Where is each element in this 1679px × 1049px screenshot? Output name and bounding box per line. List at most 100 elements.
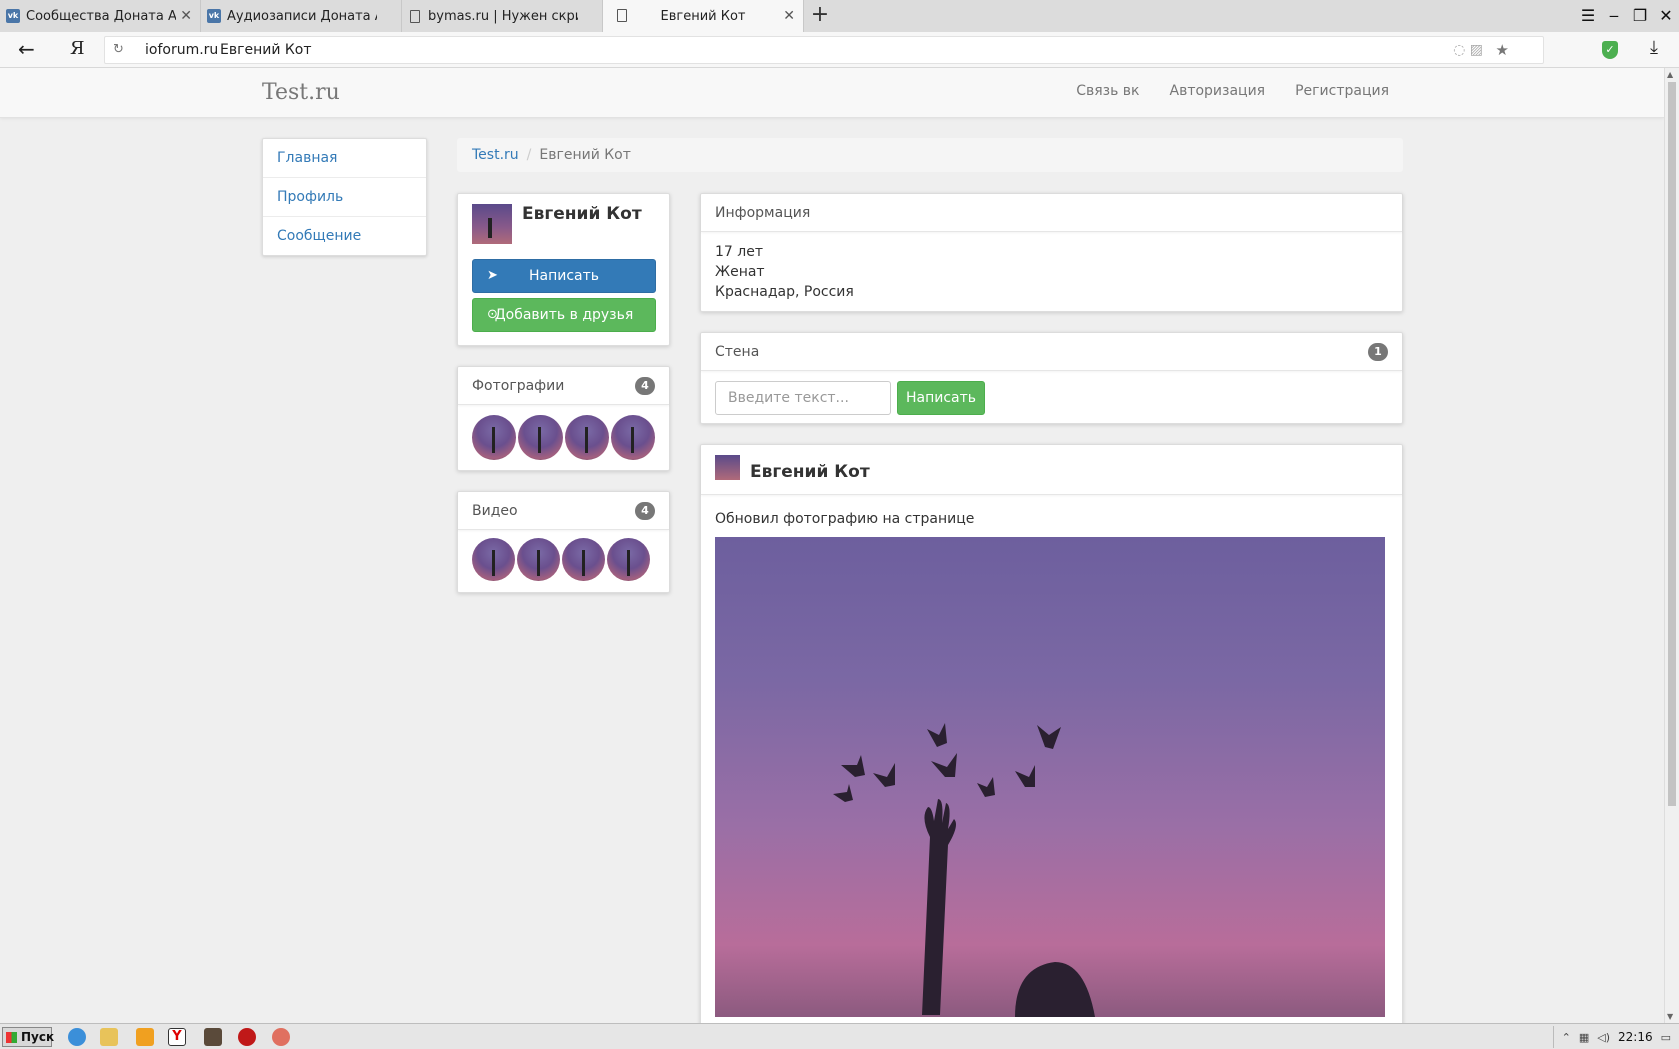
wall-submit-button[interactable]: Написать bbox=[897, 381, 985, 415]
window-controls: ☰ ‒ ❐ ✕ bbox=[1575, 0, 1679, 32]
video-thumbnail[interactable] bbox=[562, 538, 605, 581]
site-brand[interactable]: Test.ru bbox=[262, 80, 340, 105]
start-button[interactable]: Пуск bbox=[2, 1027, 54, 1047]
wall-post: Евгений Кот Обновил фотографию на страни… bbox=[700, 444, 1403, 1023]
browser-tab-bar: vk Сообщества Доната Амо ✕ vk Аудиозапис… bbox=[0, 0, 1679, 32]
minimize-icon[interactable]: ‒ bbox=[1601, 0, 1627, 32]
close-window-icon[interactable]: ✕ bbox=[1653, 0, 1679, 32]
write-message-label: Написать bbox=[528, 268, 600, 284]
yandex-browser-icon[interactable]: Y bbox=[168, 1028, 186, 1046]
clock[interactable]: 22:16 bbox=[1618, 1030, 1653, 1044]
system-tray: ⌃ ▦ ◁) 22:16 ▭ bbox=[1552, 1026, 1679, 1048]
vertical-scrollbar[interactable]: ▲ ▼ bbox=[1664, 68, 1679, 1023]
back-arrow-icon[interactable]: ← bbox=[18, 37, 35, 61]
bookmark-star-icon[interactable]: ★ bbox=[1496, 37, 1509, 63]
restore-icon[interactable]: ❐ bbox=[1627, 0, 1653, 32]
show-desktop-icon[interactable]: ▭ bbox=[1661, 1031, 1671, 1044]
write-message-button[interactable]: ➤ Написать bbox=[472, 259, 656, 293]
photos-header: Фотографии 4 bbox=[458, 367, 669, 405]
sidebar-item-messages[interactable]: Сообщение bbox=[263, 217, 426, 255]
reload-icon[interactable]: ↻ bbox=[113, 37, 124, 63]
wall-title: Стена bbox=[715, 344, 760, 360]
scroll-down-icon[interactable]: ▼ bbox=[1667, 1012, 1673, 1021]
info-header: Информация bbox=[701, 194, 1402, 232]
site-navbar: Test.ru Связь вк Авторизация Регистрация bbox=[0, 68, 1664, 118]
vk-icon: vk bbox=[207, 9, 221, 23]
post-author-avatar[interactable] bbox=[715, 455, 740, 480]
address-bar-row: ← Я ↻ ioforum.ru Евгений Кот ◌ ▨ ★ ✓ ⤓ bbox=[0, 32, 1679, 68]
tray-network-icon[interactable]: ▦ bbox=[1579, 1031, 1589, 1044]
tray-arrow-icon[interactable]: ⌃ bbox=[1562, 1031, 1571, 1044]
new-tab-button[interactable]: + bbox=[804, 0, 836, 32]
menu-icon[interactable]: ☰ bbox=[1575, 0, 1601, 32]
videos-panel: Видео 4 bbox=[457, 491, 670, 593]
document-icon bbox=[410, 9, 420, 23]
photo-thumbnails bbox=[458, 405, 669, 470]
avatar[interactable] bbox=[472, 204, 512, 244]
browser-tab[interactable]: vk Аудиозаписи Доната Амона bbox=[201, 0, 402, 32]
browser-tab[interactable]: bymas.ru | Нужен скрин с к bbox=[402, 0, 603, 32]
send-icon: ➤ bbox=[487, 268, 498, 283]
ie-icon[interactable] bbox=[68, 1028, 86, 1046]
close-tab-icon[interactable]: ✕ bbox=[180, 8, 192, 24]
folder-icon[interactable] bbox=[100, 1028, 118, 1046]
yandex-logo[interactable]: Я bbox=[70, 38, 85, 59]
post-header: Евгений Кот bbox=[701, 445, 1402, 495]
info-age: 17 лет bbox=[715, 244, 763, 260]
sidebar-item-profile[interactable]: Профиль bbox=[263, 178, 426, 217]
photos-count-badge: 4 bbox=[635, 377, 655, 395]
downloads-icon[interactable]: ⤓ bbox=[1650, 37, 1658, 58]
add-friend-button[interactable]: ⊙ Добавить в друзья bbox=[472, 298, 656, 332]
photos-panel: Фотографии 4 bbox=[457, 366, 670, 471]
app-red-icon[interactable] bbox=[238, 1028, 256, 1046]
video-thumbnail[interactable] bbox=[607, 538, 650, 581]
video-thumbnail[interactable] bbox=[472, 538, 515, 581]
photo-thumbnail[interactable] bbox=[472, 415, 517, 460]
wall-text-input[interactable]: Введите текст... bbox=[715, 381, 891, 415]
breadcrumb-separator: / bbox=[526, 147, 532, 163]
app-pink-icon[interactable] bbox=[272, 1028, 290, 1046]
nav-link-register[interactable]: Регистрация bbox=[1295, 83, 1389, 99]
address-field[interactable]: ↻ ioforum.ru Евгений Кот ◌ ▨ ★ bbox=[104, 36, 1544, 64]
protect-shield-icon[interactable]: ✓ bbox=[1602, 41, 1618, 59]
game-icon[interactable] bbox=[204, 1028, 222, 1046]
photos-title[interactable]: Фотографии bbox=[472, 378, 564, 394]
media-player-icon[interactable] bbox=[136, 1028, 154, 1046]
video-thumbnail[interactable] bbox=[517, 538, 560, 581]
nav-link-login[interactable]: Авторизация bbox=[1170, 83, 1266, 99]
scrollbar-thumb[interactable] bbox=[1668, 82, 1676, 806]
videos-header: Видео 4 bbox=[458, 492, 669, 530]
breadcrumb: Test.ru / Евгений Кот bbox=[457, 138, 1403, 172]
add-friend-label: Добавить в друзья bbox=[494, 307, 634, 323]
butterflies-hand-illustration bbox=[833, 723, 1095, 1017]
wall-header: Стена 1 bbox=[701, 333, 1402, 371]
url-page-title: Евгений Кот bbox=[220, 42, 312, 58]
browser-tab-active[interactable]: Евгений Кот ✕ bbox=[603, 0, 804, 32]
photo-thumbnail[interactable] bbox=[564, 415, 609, 460]
photo-thumbnail[interactable] bbox=[610, 415, 655, 460]
post-photo[interactable] bbox=[715, 537, 1385, 1017]
browser-tab[interactable]: vk Сообщества Доната Амо ✕ bbox=[0, 0, 201, 32]
videos-title[interactable]: Видео bbox=[472, 503, 518, 519]
videos-count-badge: 4 bbox=[635, 502, 655, 520]
close-tab-icon[interactable]: ✕ bbox=[783, 8, 795, 24]
sidebar-item-home[interactable]: Главная bbox=[263, 139, 426, 178]
scroll-up-icon[interactable]: ▲ bbox=[1667, 70, 1673, 79]
photo-thumbnail[interactable] bbox=[518, 415, 563, 460]
profile-name: Евгений Кот bbox=[522, 204, 642, 224]
translate-icon[interactable]: ◌ ▨ bbox=[1453, 37, 1483, 63]
tray-volume-icon[interactable]: ◁) bbox=[1597, 1031, 1610, 1044]
tab-label: Евгений Кот bbox=[660, 8, 746, 24]
nav-link-vk[interactable]: Связь вк bbox=[1076, 83, 1139, 99]
sidebar-menu: Главная Профиль Сообщение bbox=[262, 138, 427, 256]
info-location: Краснадар, Россия bbox=[715, 284, 854, 300]
page-viewport: Test.ru Связь вк Авторизация Регистрация… bbox=[0, 68, 1664, 1023]
breadcrumb-root[interactable]: Test.ru bbox=[472, 147, 519, 163]
wall-count-badge: 1 bbox=[1368, 343, 1388, 361]
info-title: Информация bbox=[715, 205, 811, 221]
tab-label: Аудиозаписи Доната Амона bbox=[227, 8, 377, 24]
os-taskbar: Пуск Y ⌃ ▦ ◁) 22:16 ▭ bbox=[0, 1023, 1679, 1049]
post-author-name[interactable]: Евгений Кот bbox=[750, 453, 870, 491]
info-marital-status: Женат bbox=[715, 264, 765, 280]
profile-card: Евгений Кот ➤ Написать ⊙ Добавить в друз… bbox=[457, 193, 670, 346]
